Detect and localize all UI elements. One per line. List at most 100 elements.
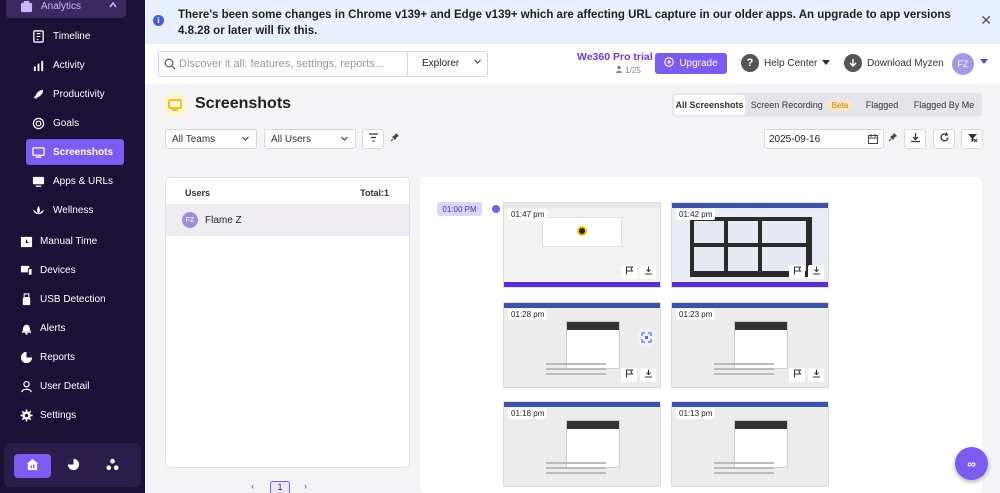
sidebar-item-label: Alerts [40,322,66,334]
sidebar-item-activity[interactable]: Activity [0,53,145,77]
thumb-actions [621,265,656,279]
chat-button[interactable]: ∞ [955,447,988,480]
sidebar-item-settings[interactable]: Settings [0,403,145,427]
chevron-down-icon[interactable] [473,57,482,69]
caret-down-icon[interactable] [980,57,988,67]
tab-flagged[interactable]: Flagged [862,95,902,115]
flag-icon [793,266,802,278]
team-filter-select[interactable]: All Teams [165,129,257,149]
user-filter-select[interactable]: All Users [264,129,356,149]
gauge-icon [67,458,80,474]
screenshot-time: 01:42 pm [676,209,716,220]
download-button[interactable] [640,368,656,382]
trial-users-count: 1/25 [625,66,641,75]
sidebar-item-user-detail[interactable]: User Detail [0,374,145,398]
filter-icon [368,132,379,146]
pager-next[interactable]: › [304,481,307,491]
pager-current-page[interactable]: 1 [270,481,290,493]
sidebar-item-timeline[interactable]: Timeline [0,24,145,48]
user-count-icon [615,65,623,75]
flag-button[interactable] [621,368,637,382]
tab-all-screenshots[interactable]: All Screenshots [674,95,745,115]
pie-chart-icon [19,350,33,364]
clear-filter-icon [967,132,978,146]
lotus-icon [31,203,45,217]
sidebar-item-goals[interactable]: Goals [0,111,145,135]
sidebar-item-wellness[interactable]: Wellness [0,198,145,222]
clear-filter-button[interactable] [961,129,983,149]
expand-icon[interactable] [636,327,656,347]
flag-button[interactable] [621,265,637,279]
download-button[interactable] [640,265,656,279]
chevron-down-icon [241,134,250,145]
user-icon [19,379,33,393]
download-icon [644,266,653,278]
screenshot-time: 01:23 pm [676,309,716,320]
sidebar-item-manual-time[interactable]: Manual Time [0,229,145,253]
screenshot-thumbnail[interactable]: 01:18 pm [503,401,661,487]
close-icon[interactable]: ✕ [980,12,992,29]
flag-button[interactable] [789,265,805,279]
banner-text: There's been some changes in Chrome v139… [178,9,951,37]
download-icon [910,132,921,146]
screenshot-thumbnail[interactable]: 01:13 pm [671,401,829,487]
search-input[interactable]: Discover it all: features, settings, rep… [179,58,384,70]
user-row[interactable]: FZ Flame Z [166,204,409,236]
users-total: Total:1 [360,188,389,198]
chevron-up-icon [108,0,118,13]
analytics-icon [19,0,33,13]
sidebar-item-label: Productivity [53,88,105,100]
refresh-button[interactable] [933,129,955,149]
screenshot-thumbnail[interactable]: 01:47 pm [503,202,661,288]
screenshot-thumbnail[interactable]: 01:23 pm [671,302,829,388]
thumb-topbar [504,402,660,407]
thumb-topbar [672,402,828,407]
pager-prev[interactable]: ‹ [251,481,254,491]
dashboard-button[interactable] [55,454,92,478]
screenshot-thumbnail[interactable]: 01:42 pm [671,202,829,288]
sidebar-item-devices[interactable]: Devices [0,258,145,282]
pin-icon[interactable] [390,132,400,145]
avatar[interactable]: FZ [952,53,974,75]
team-button[interactable] [94,454,131,478]
thumb-header [567,322,619,330]
thumb-lines [546,459,606,474]
team-icon [106,458,119,474]
thumb-topbar [672,303,828,308]
screenshot-thumbnail[interactable]: 01:28 pm [503,302,661,388]
home-button[interactable] [14,454,51,478]
flag-button[interactable] [789,368,805,382]
trial-label: We360 Pro trial [577,51,653,63]
thumb-topbar [672,203,828,208]
sidebar-item-apps-urls[interactable]: Apps & URLs [0,169,145,193]
sidebar-item-productivity[interactable]: Productivity [0,82,145,106]
tab-screen-recording[interactable]: Screen Recording Beta [750,95,854,115]
sidebar-item-reports[interactable]: Reports [0,345,145,369]
thumb-actions [789,368,824,382]
upgrade-button[interactable]: Upgrade [655,53,727,74]
sidebar-item-analytics[interactable]: Analytics [6,0,126,18]
sidebar-item-label: Settings [40,409,77,421]
sidebar-item-alerts[interactable]: Alerts [0,316,145,340]
sidebar-item-usb-detection[interactable]: USB Detection [0,287,145,311]
explorer-select[interactable]: Explorer [422,58,459,69]
download-button[interactable] [904,129,926,149]
help-center-button[interactable]: ? Help Center [741,54,831,72]
tab-flagged-by-me[interactable]: Flagged By Me [910,95,978,115]
download-button[interactable] [808,265,824,279]
users-panel: Users Total:1 FZ Flame Z [165,177,410,468]
download-button[interactable] [808,368,824,382]
search-icon [164,58,176,70]
pin-icon[interactable] [888,132,898,145]
sidebar-item-screenshots[interactable]: Screenshots [26,139,124,165]
gear-icon [19,408,33,422]
download-myzen-button[interactable]: Download Myzen [844,54,944,72]
thumb-actions [789,265,824,279]
divider [407,52,408,76]
flag-icon [625,369,634,381]
filter-button[interactable] [362,129,384,149]
rocket-icon [31,87,45,101]
screenshot-time: 01:47 pm [508,209,548,220]
upgrade-icon [664,57,675,70]
date-picker[interactable]: 2025-09-16 [764,129,884,149]
